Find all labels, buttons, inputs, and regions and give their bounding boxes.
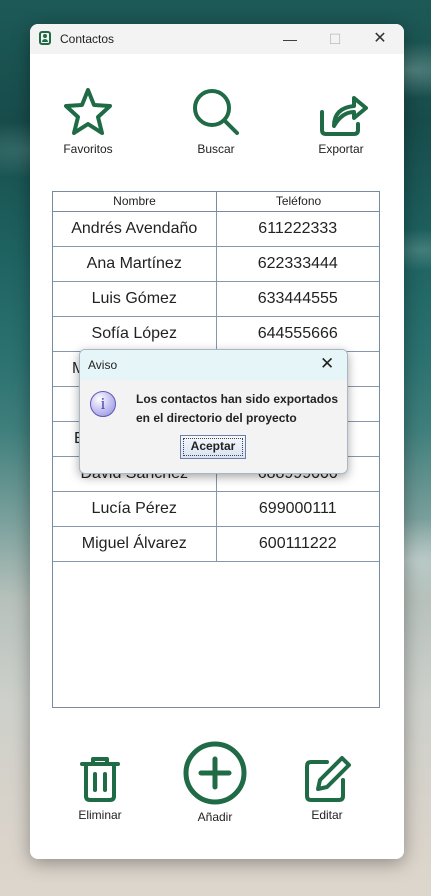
cell-nombre: Lucía Pérez <box>53 492 217 526</box>
column-header-telefono[interactable]: Teléfono <box>217 192 380 211</box>
dialog-message-line2: en el directorio del proyecto <box>136 411 297 425</box>
info-icon: i <box>90 391 116 417</box>
title-bar[interactable]: Contactos — ☐ ✕ <box>30 24 404 54</box>
favoritos-button[interactable]: Favoritos <box>43 86 133 156</box>
table-row[interactable]: Andrés Avendaño 611222333 <box>53 212 379 247</box>
aceptar-button[interactable]: Aceptar <box>180 435 246 459</box>
cell-nombre: Andrés Avendaño <box>53 212 217 246</box>
table-row[interactable]: Luis Gómez 633444555 <box>53 282 379 317</box>
minimize-button[interactable]: — <box>275 29 305 49</box>
table-row[interactable]: Ana Martínez 622333444 <box>53 247 379 282</box>
cell-telefono: 600111222 <box>258 535 337 552</box>
anadir-button[interactable]: Añadir <box>165 740 265 824</box>
close-window-button[interactable]: ✕ <box>365 29 395 49</box>
dialog-close-icon[interactable]: ✕ <box>320 354 334 374</box>
editar-button[interactable]: Editar <box>277 754 377 822</box>
cell-telefono: 699000111 <box>258 500 337 517</box>
table-row[interactable]: Sofía López 644555666 <box>53 317 379 352</box>
table-row[interactable]: Miguel Álvarez 600111222 <box>53 527 379 562</box>
contacts-app-icon <box>39 31 51 45</box>
cell-telefono: 622333444 <box>257 255 338 272</box>
eliminar-button[interactable]: Eliminar <box>50 754 150 822</box>
buscar-label: Buscar <box>197 142 235 156</box>
cell-nombre: Ana Martínez <box>53 247 217 281</box>
eliminar-label: Eliminar <box>78 808 122 822</box>
maximize-button[interactable]: ☐ <box>320 29 350 49</box>
cell-telefono: 644555666 <box>257 325 338 342</box>
table-header: Nombre Teléfono <box>53 192 379 212</box>
share-export-icon <box>320 96 368 136</box>
dialog-message: Los contactos han sido exportados en el … <box>136 390 338 428</box>
plus-circle-icon <box>183 741 247 805</box>
cell-telefono: 611222333 <box>258 220 338 237</box>
buscar-button[interactable]: Buscar <box>171 86 261 156</box>
favoritos-label: Favoritos <box>63 142 113 156</box>
dialog-title: Aviso <box>88 358 118 372</box>
anadir-label: Añadir <box>197 810 233 824</box>
dialog-title-bar[interactable]: Aviso ✕ <box>80 350 347 380</box>
cell-telefono: 633444555 <box>257 290 338 307</box>
trash-icon <box>80 757 120 802</box>
search-icon <box>193 89 239 135</box>
aviso-dialog: Aviso ✕ i Los contactos han sido exporta… <box>79 349 348 474</box>
table-row[interactable]: Lucía Pérez 699000111 <box>53 492 379 527</box>
dialog-message-line1: Los contactos han sido exportados <box>136 392 339 406</box>
window-title: Contactos <box>60 32 115 46</box>
star-icon <box>64 88 112 135</box>
cell-nombre: Miguel Álvarez <box>53 527 217 561</box>
exportar-button[interactable]: Exportar <box>296 86 386 156</box>
cell-nombre: Luis Gómez <box>53 282 217 316</box>
column-header-nombre[interactable]: Nombre <box>53 192 217 211</box>
exportar-label: Exportar <box>318 142 364 156</box>
cell-nombre: Sofía López <box>53 317 217 351</box>
edit-pencil-icon <box>305 756 351 802</box>
editar-label: Editar <box>311 808 343 822</box>
